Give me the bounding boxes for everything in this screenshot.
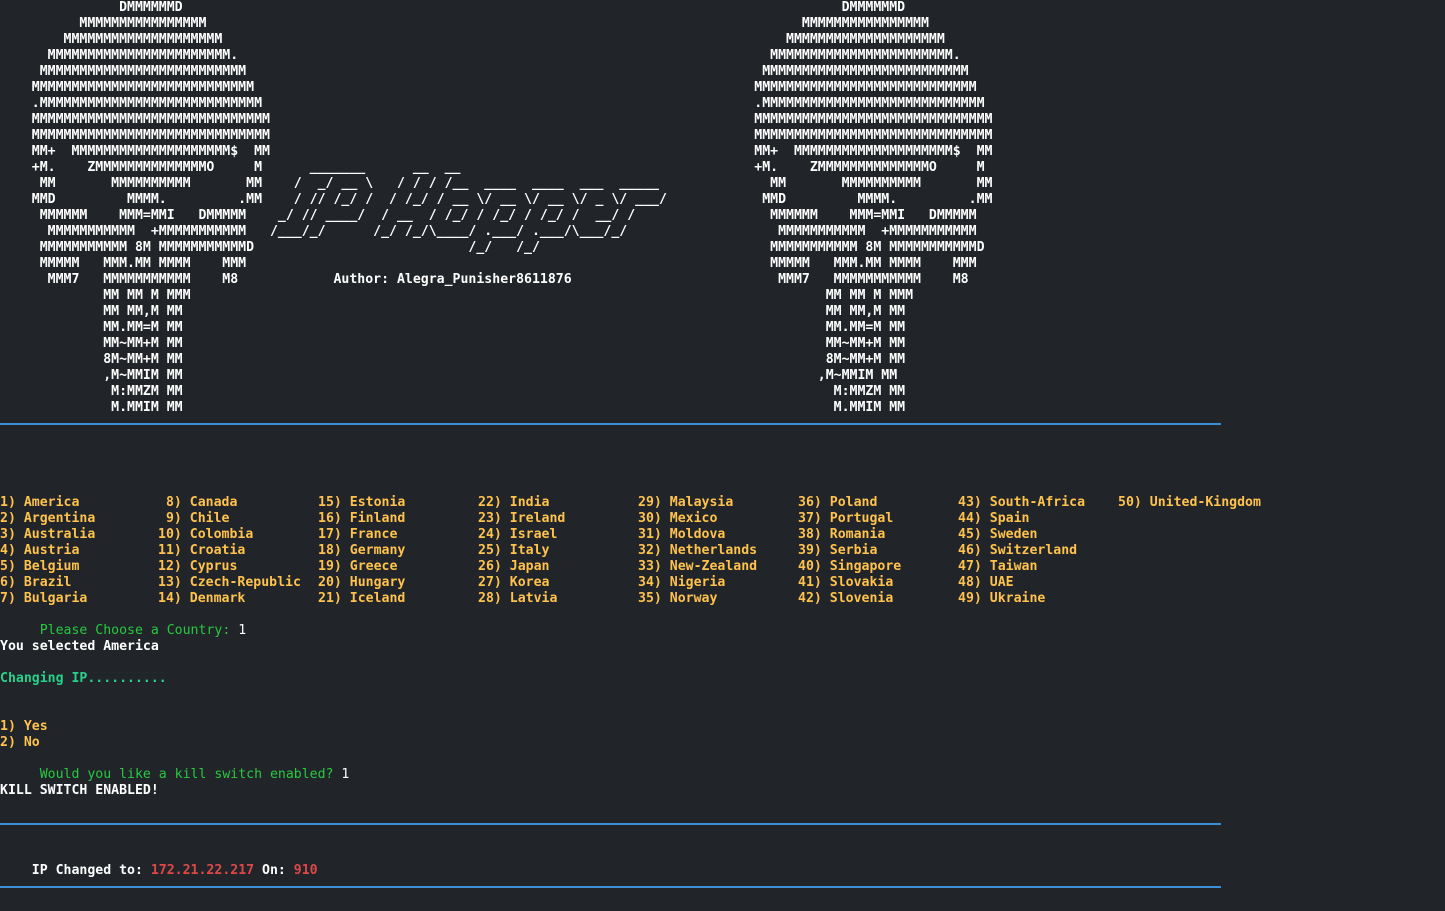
selected-country-text: You selected America	[0, 639, 159, 654]
country-option: 34) Nigeria	[638, 575, 726, 590]
country-column-5: 29) Malaysia 30) Mexico 31) Moldova 32) …	[638, 495, 798, 607]
country-option: 2) Argentina	[0, 511, 96, 526]
country-option: 13) Czech-Republic	[158, 575, 301, 590]
country-column-7: 43) South-Africa 44) Spain 45) Sweden 46…	[958, 495, 1118, 607]
country-option: 15) Estonia	[318, 495, 406, 510]
killswitch-option-yes: 1) Yes	[0, 719, 48, 734]
country-option: 17) France	[318, 527, 398, 542]
country-option: 6) Brazil	[0, 575, 72, 590]
divider-top	[0, 423, 1221, 425]
country-option: 42) Slovenia	[798, 591, 894, 606]
divider-middle	[0, 823, 1221, 825]
country-option: 11) Croatia	[158, 543, 246, 558]
country-prompt-line: Please Choose a Country: 1	[0, 607, 246, 638]
country-option: 12) Cyprus	[158, 559, 238, 574]
country-option: 14) Denmark	[158, 591, 246, 606]
country-option: 20) Hungary	[318, 575, 406, 590]
country-column-3: 15) Estonia 16) Finland 17) France 18) G…	[318, 495, 478, 607]
country-option: 18) Germany	[318, 543, 406, 558]
country-option: 26) Japan	[478, 559, 550, 574]
country-option: 25) Italy	[478, 543, 550, 558]
country-option: 3) Australia	[0, 527, 96, 542]
killswitch-input[interactable]: 1	[341, 767, 349, 782]
country-column-4: 22) India 23) Ireland 24) Israel 25) Ita…	[478, 495, 638, 607]
country-option: 28) Latvia	[478, 591, 558, 606]
country-option: 10) Colombia	[158, 527, 254, 542]
country-option: 48) UAE	[958, 575, 1014, 590]
country-option: 44) Spain	[958, 511, 1030, 526]
country-option: 37) Portugal	[798, 511, 894, 526]
country-option: 4) Austria	[0, 543, 80, 558]
country-option: 16) Finland	[318, 511, 406, 526]
terminal-window[interactable]: DMMMMMMD DMMMMMMD MMMMMMMMMMMMMMMM MMMMM…	[0, 0, 1445, 911]
country-prompt: Please Choose a Country:	[31, 623, 239, 638]
country-option: 8) Canada	[158, 495, 238, 510]
country-option: 1) America	[0, 495, 80, 510]
ascii-banner: DMMMMMMD DMMMMMMD MMMMMMMMMMMMMMMM MMMMM…	[31, 0, 993, 415]
country-option: 21) Iceland	[318, 591, 406, 606]
killswitch-prompt-line: Would you like a kill switch enabled? 1	[0, 751, 350, 782]
country-option: 47) Taiwan	[958, 559, 1038, 574]
country-option: 7) Bulgaria	[0, 591, 88, 606]
country-option: 45) Sweden	[958, 527, 1038, 542]
killswitch-status: KILL SWITCH ENABLED!	[0, 783, 159, 798]
country-option: 35) Norway	[638, 591, 718, 606]
country-option: 46) Switzerland	[958, 543, 1078, 558]
country-option: 27) Korea	[478, 575, 550, 590]
country-option: 29) Malaysia	[638, 495, 734, 510]
killswitch-option-no: 2) No	[0, 735, 40, 750]
country-column-6: 36) Poland 37) Portugal 38) Romania 39) …	[798, 495, 958, 607]
country-option: 33) New-Zealand	[638, 559, 758, 574]
country-option: 31) Moldova	[638, 527, 726, 542]
country-column-8: 50) United-Kingdom	[1118, 495, 1278, 511]
country-option: 43) South-Africa	[958, 495, 1086, 510]
ip-result-line: IP Changed to: 172.21.22.217 On: 910	[0, 847, 318, 878]
country-input[interactable]: 1	[238, 623, 246, 638]
country-option: 22) India	[478, 495, 550, 510]
divider-bottom	[0, 886, 1221, 888]
country-option: 39) Serbia	[798, 543, 878, 558]
country-option: 5) Belgium	[0, 559, 80, 574]
country-option: 41) Slovakia	[798, 575, 894, 590]
ip-value: 172.21.22.217	[150, 863, 255, 878]
changing-ip-status: Changing IP..........	[0, 671, 167, 686]
country-option: 9) Chile	[158, 511, 230, 526]
country-option: 40) Singapore	[798, 559, 902, 574]
country-option: 19) Greece	[318, 559, 398, 574]
killswitch-prompt: Would you like a kill switch enabled?	[31, 767, 342, 782]
on-label: On:	[254, 863, 294, 878]
country-option: 23) Ireland	[478, 511, 566, 526]
country-column-2: 8) Canada 9) Chile 10) Colombia 11) Croa…	[158, 495, 318, 607]
country-option: 38) Romania	[798, 527, 886, 542]
ip-label: IP Changed to:	[31, 863, 151, 878]
country-option: 36) Poland	[798, 495, 878, 510]
country-column-1: 1) America 2) Argentina 3) Australia 4) …	[0, 495, 160, 607]
country-option: 50) United-Kingdom	[1118, 495, 1261, 510]
country-option: 49) Ukraine	[958, 591, 1046, 606]
country-option: 32) Netherlands	[638, 543, 758, 558]
country-option: 24) Israel	[478, 527, 558, 542]
on-value: 910	[293, 863, 318, 878]
country-option: 30) Mexico	[638, 511, 718, 526]
